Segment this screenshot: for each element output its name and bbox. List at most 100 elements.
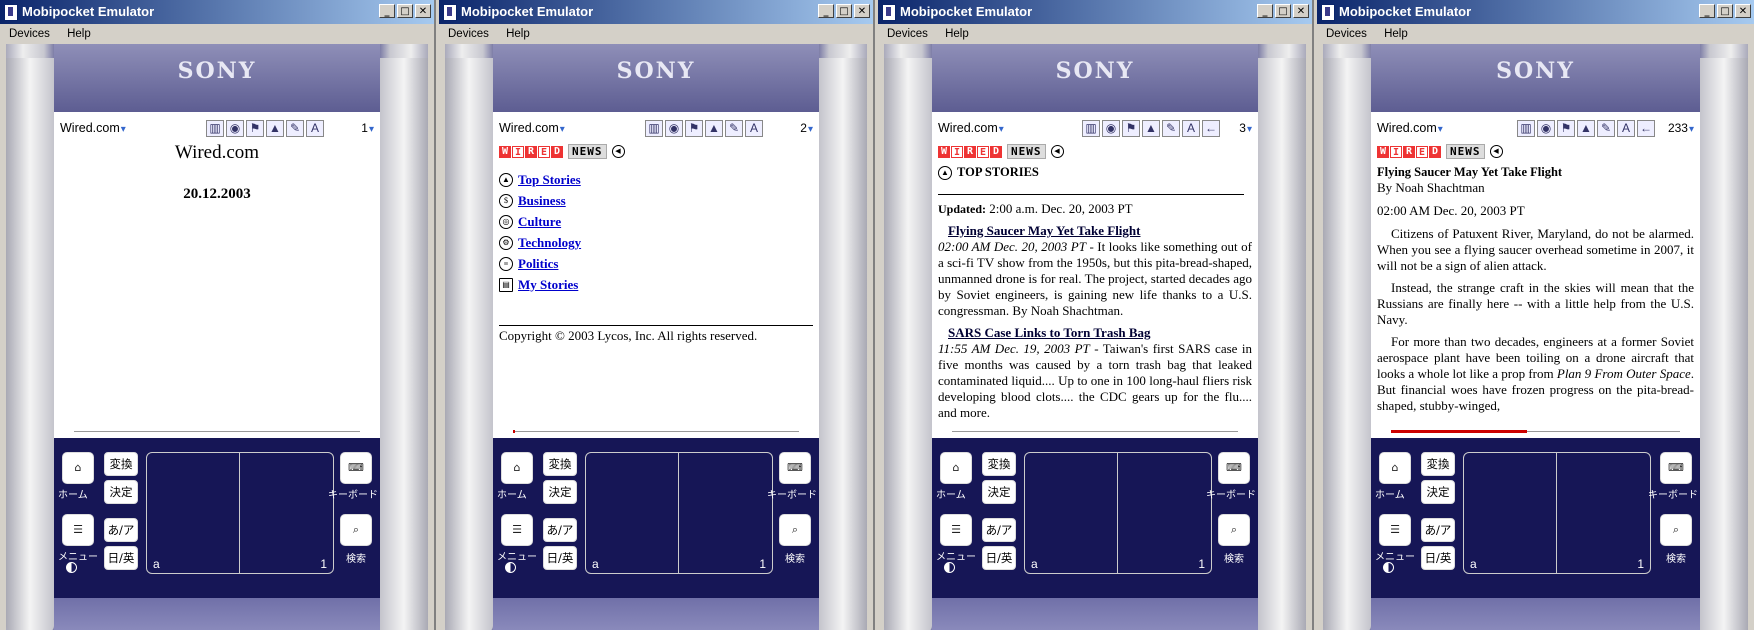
back-icon[interactable]: ◀: [1050, 145, 1064, 158]
menu-help[interactable]: Help: [1384, 28, 1408, 40]
section-item[interactable]: $ Business: [499, 190, 813, 211]
book-selector[interactable]: Wired.com: [60, 121, 126, 135]
back-icon[interactable]: ◀: [611, 145, 625, 158]
section-link[interactable]: My Stories: [518, 277, 578, 293]
kana-button[interactable]: あ/ア: [104, 518, 138, 542]
keyboard-icon[interactable]: ⌨: [1660, 452, 1692, 484]
menu-devices[interactable]: Devices: [887, 28, 928, 40]
contrast-icon[interactable]: [1383, 562, 1394, 573]
jp-en-button[interactable]: 日/英: [1421, 546, 1455, 570]
library-icon[interactable]: ▥: [1517, 120, 1535, 137]
section-item[interactable]: ◎ Culture: [499, 211, 813, 232]
book-selector[interactable]: Wired.com: [938, 121, 1004, 135]
minimize-button[interactable]: _: [1699, 4, 1715, 18]
home-icon[interactable]: ⌂: [501, 452, 533, 484]
contrast-icon[interactable]: [505, 562, 516, 573]
font-icon[interactable]: A: [745, 120, 763, 137]
globe-icon[interactable]: ◉: [226, 120, 244, 137]
close-button[interactable]: ✕: [1293, 4, 1309, 18]
bookmark-icon[interactable]: ⚑: [1122, 120, 1140, 137]
menu-devices[interactable]: Devices: [9, 28, 50, 40]
library-icon[interactable]: ▥: [1082, 120, 1100, 137]
library-icon[interactable]: ▥: [645, 120, 663, 137]
section-link[interactable]: Technology: [518, 235, 581, 251]
title-bar[interactable]: Mobipocket Emulator _ □ ✕: [878, 0, 1312, 24]
minimize-button[interactable]: _: [818, 4, 834, 18]
close-button[interactable]: ✕: [854, 4, 870, 18]
font-icon[interactable]: A: [1182, 120, 1200, 137]
keyboard-icon[interactable]: ⌨: [340, 452, 372, 484]
chart-icon[interactable]: ▲: [1142, 120, 1160, 137]
minimize-button[interactable]: _: [1257, 4, 1273, 18]
section-link[interactable]: Culture: [518, 214, 561, 230]
menu-devices[interactable]: Devices: [448, 28, 489, 40]
device-screen[interactable]: Wired.com ▥ ◉ ⚑ ▲ ✎ A ← 3 W I R E: [932, 112, 1258, 438]
bookmark-icon[interactable]: ⚑: [246, 120, 264, 137]
kana-button[interactable]: あ/ア: [1421, 518, 1455, 542]
menu-devices[interactable]: Devices: [1326, 28, 1367, 40]
highlight-icon[interactable]: ✎: [1597, 120, 1615, 137]
highlight-icon[interactable]: ✎: [1162, 120, 1180, 137]
back-arrow-icon[interactable]: ←: [1202, 120, 1220, 137]
menu-icon[interactable]: ☰: [62, 514, 94, 546]
section-item[interactable]: ⚙ Technology: [499, 232, 813, 253]
globe-icon[interactable]: ◉: [1537, 120, 1555, 137]
book-selector[interactable]: Wired.com: [499, 121, 565, 135]
keyboard-icon[interactable]: ⌨: [779, 452, 811, 484]
page-selector[interactable]: 3: [1239, 121, 1252, 135]
maximize-button[interactable]: □: [1275, 4, 1291, 18]
decide-button[interactable]: 決定: [982, 480, 1016, 504]
book-selector[interactable]: Wired.com: [1377, 121, 1443, 135]
chart-icon[interactable]: ▲: [705, 120, 723, 137]
jp-en-button[interactable]: 日/英: [104, 546, 138, 570]
globe-icon[interactable]: ◉: [665, 120, 683, 137]
home-icon[interactable]: ⌂: [62, 452, 94, 484]
section-link[interactable]: Politics: [518, 256, 558, 272]
decide-button[interactable]: 決定: [1421, 480, 1455, 504]
search-icon[interactable]: ⌕: [1218, 514, 1250, 546]
maximize-button[interactable]: □: [1717, 4, 1733, 18]
search-icon[interactable]: ⌕: [779, 514, 811, 546]
close-button[interactable]: ✕: [1735, 4, 1751, 18]
jp-en-button[interactable]: 日/英: [543, 546, 577, 570]
convert-button[interactable]: 変換: [1421, 452, 1455, 476]
title-bar[interactable]: Mobipocket Emulator _ □ ✕: [439, 0, 873, 24]
contrast-icon[interactable]: [944, 562, 955, 573]
home-icon[interactable]: ⌂: [940, 452, 972, 484]
maximize-button[interactable]: □: [397, 4, 413, 18]
page-selector[interactable]: 2: [800, 121, 813, 135]
chart-icon[interactable]: ▲: [266, 120, 284, 137]
graffiti-area[interactable]: a 1: [585, 452, 773, 574]
search-icon[interactable]: ⌕: [1660, 514, 1692, 546]
bookmark-icon[interactable]: ⚑: [1557, 120, 1575, 137]
font-icon[interactable]: A: [306, 120, 324, 137]
menu-help[interactable]: Help: [506, 28, 530, 40]
highlight-icon[interactable]: ✎: [725, 120, 743, 137]
search-icon[interactable]: ⌕: [340, 514, 372, 546]
convert-button[interactable]: 変換: [543, 452, 577, 476]
device-screen[interactable]: Wired.com ▥ ◉ ⚑ ▲ ✎ A 2 W I R E D: [493, 112, 819, 438]
decide-button[interactable]: 決定: [543, 480, 577, 504]
globe-icon[interactable]: ◉: [1102, 120, 1120, 137]
device-screen[interactable]: Wired.com ▥ ◉ ⚑ ▲ ✎ A ← 233 W I R E: [1371, 112, 1700, 438]
menu-icon[interactable]: ☰: [940, 514, 972, 546]
section-link[interactable]: Business: [518, 193, 566, 209]
contrast-icon[interactable]: [66, 562, 77, 573]
convert-button[interactable]: 変換: [982, 452, 1016, 476]
home-icon[interactable]: ⌂: [1379, 452, 1411, 484]
section-item[interactable]: ▤ My Stories: [499, 274, 813, 295]
device-screen[interactable]: Wired.com ▥ ◉ ⚑ ▲ ✎ A 1 Wired.com 20.12.…: [54, 112, 380, 438]
back-icon[interactable]: ◀: [1489, 145, 1503, 158]
title-bar[interactable]: Mobipocket Emulator _ □ ✕: [0, 0, 434, 24]
section-item[interactable]: ≡ Politics: [499, 253, 813, 274]
menu-help[interactable]: Help: [945, 28, 969, 40]
convert-button[interactable]: 変換: [104, 452, 138, 476]
story-headline-link[interactable]: Flying Saucer May Yet Take Flight: [948, 223, 1252, 239]
back-arrow-icon[interactable]: ←: [1637, 120, 1655, 137]
menu-icon[interactable]: ☰: [1379, 514, 1411, 546]
section-item[interactable]: ▲ Top Stories: [499, 169, 813, 190]
menu-icon[interactable]: ☰: [501, 514, 533, 546]
graffiti-area[interactable]: a 1: [146, 452, 334, 574]
kana-button[interactable]: あ/ア: [982, 518, 1016, 542]
title-bar[interactable]: Mobipocket Emulator _ □ ✕: [1317, 0, 1754, 24]
